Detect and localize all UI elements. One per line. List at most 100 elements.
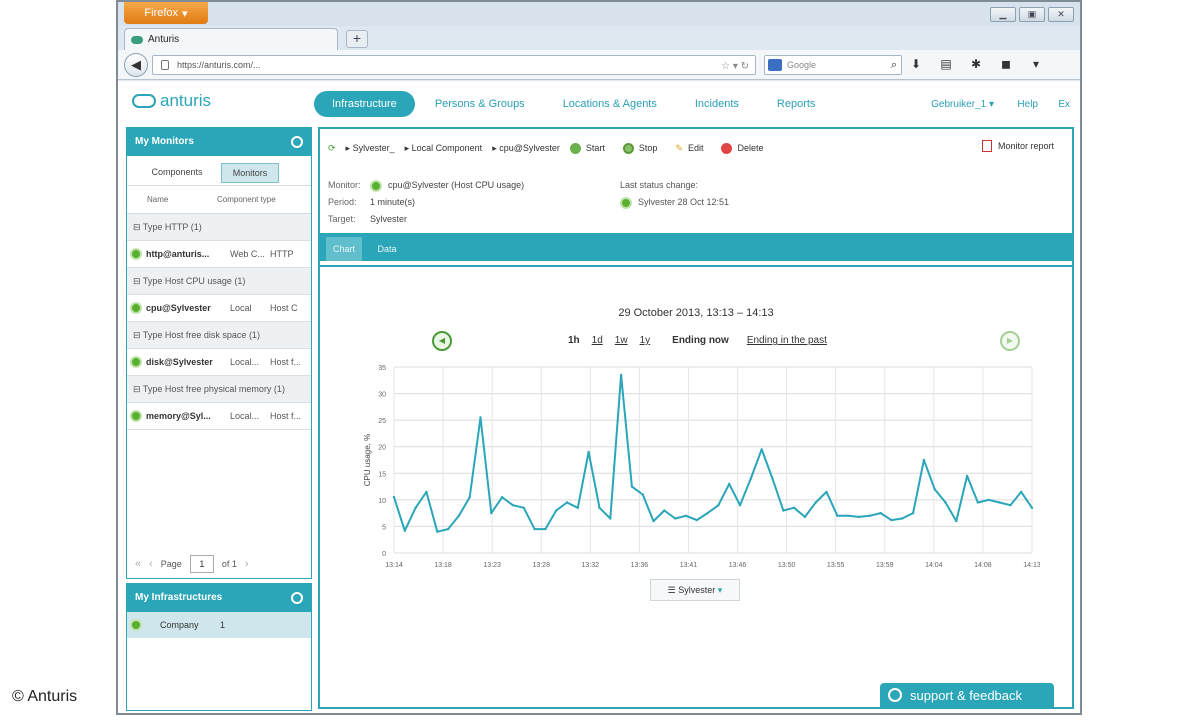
minimize-icon[interactable]: ▁	[990, 7, 1016, 22]
add-icon[interactable]	[291, 592, 303, 604]
new-tab-button[interactable]: +	[346, 30, 368, 48]
stop-icon	[622, 142, 634, 154]
group-row[interactable]: ⊟ Type Host free physical memory (1)	[127, 376, 311, 403]
back-button[interactable]: ◀	[124, 53, 148, 77]
copyright-watermark: © Anturis	[12, 688, 78, 705]
firefox-label: Firefox	[144, 7, 179, 19]
range-1d[interactable]: 1d	[592, 335, 603, 346]
start-button[interactable]: Start	[569, 142, 605, 154]
infrastructure-row[interactable]: Company 1	[127, 612, 311, 638]
range-ending-now[interactable]: Ending now	[672, 335, 729, 346]
search-input[interactable]: Google ⌕	[764, 55, 902, 75]
data-point	[555, 509, 558, 512]
maximize-icon[interactable]: ▣	[1019, 7, 1045, 22]
last-status-change: Last status change: Sylvester 28 Oct 12:…	[620, 177, 729, 211]
breadcrumb-item[interactable]: ▸ Local Component	[405, 143, 483, 154]
detail-target: Target: Sylvester	[328, 211, 524, 228]
nav-reports[interactable]: Reports	[777, 98, 816, 110]
first-page-icon[interactable]: «	[135, 558, 141, 570]
breadcrumb-item[interactable]: ▸ Sylvester_	[346, 143, 395, 154]
detail-value: cpu@Sylvester (Host CPU usage)	[388, 180, 525, 190]
group-label: Type Host free disk space (1)	[142, 330, 260, 340]
monitor-component: Local...	[230, 411, 260, 421]
monitor-report-link[interactable]: Monitor report	[981, 140, 1054, 152]
page-count: of 1	[221, 559, 237, 569]
group-label: Type Host CPU usage (1)	[142, 276, 246, 286]
y-tick-label: 0	[382, 551, 386, 558]
tab-monitors[interactable]: Monitors	[221, 163, 279, 183]
data-point	[738, 504, 742, 507]
pager: « ‹ Page 1 of 1 ›	[127, 550, 311, 578]
content-tabs: Chart Data	[320, 233, 1072, 261]
tab-data[interactable]: Data	[366, 237, 408, 261]
search-icon[interactable]: ⌕	[891, 56, 897, 74]
next-page-icon[interactable]: ›	[245, 558, 249, 570]
delete-button[interactable]: Delete	[721, 142, 764, 154]
data-point	[1009, 504, 1012, 507]
data-point	[760, 448, 763, 451]
next-period-icon[interactable]: ▶	[1000, 331, 1020, 351]
addon-icon[interactable]: ✱	[968, 56, 984, 72]
nav-incidents[interactable]: Incidents	[695, 98, 739, 110]
tab-title: Anturis	[148, 34, 180, 45]
group-row[interactable]: ⊟ Type HTTP (1)	[127, 214, 311, 241]
prev-page-icon[interactable]: ‹	[149, 558, 153, 570]
detail-label: Period:	[328, 197, 357, 207]
nav-persons-groups[interactable]: Persons & Groups	[435, 98, 525, 110]
legend-dropdown[interactable]: ☰ Sylvester ▾	[650, 579, 740, 601]
x-tick-label: 13:18	[434, 562, 452, 569]
url-bar[interactable]: https://anturis.com/... ☆ ▾ ↻	[152, 55, 756, 75]
nav-locations-agents[interactable]: Locations & Agents	[563, 98, 657, 110]
group-row[interactable]: ⊟ Type Host free disk space (1)	[127, 322, 311, 349]
search-engine-icon[interactable]	[768, 59, 782, 71]
crumb-label: cpu@Sylvester	[499, 142, 560, 153]
left-column: My Monitors Components Monitors Name Com…	[126, 127, 312, 711]
extension-icon[interactable]: ◼	[998, 56, 1014, 72]
infrastructure-name: Company	[160, 620, 199, 630]
status-ok-icon	[130, 302, 142, 314]
range-ending-past[interactable]: Ending in the past	[747, 335, 827, 346]
close-icon[interactable]: ✕	[1048, 7, 1074, 22]
monitor-row[interactable]: http@anturis... Web C... HTTP	[127, 241, 311, 268]
monitor-component: Web C...	[230, 249, 265, 259]
prev-period-icon[interactable]: ◀	[432, 331, 452, 351]
data-point	[565, 501, 569, 504]
breadcrumb-item[interactable]: ▸ cpu@Sylvester	[492, 143, 560, 154]
x-tick-label: 13:32	[582, 562, 600, 569]
column-header-name[interactable]: Name	[127, 195, 217, 204]
range-1y[interactable]: 1y	[640, 335, 651, 346]
search-placeholder: Google	[787, 60, 817, 70]
tab-chart[interactable]: Chart	[326, 237, 362, 261]
stop-button[interactable]: Stop	[622, 142, 657, 154]
monitor-type: Host f...	[270, 411, 302, 421]
page-number-input[interactable]: 1	[189, 555, 214, 573]
logo[interactable]: anturis	[132, 91, 211, 111]
monitor-row[interactable]: disk@Sylvester Local... Host f...	[127, 349, 311, 376]
status-ok-icon	[130, 619, 142, 631]
edit-button[interactable]: ✎ Edit	[675, 143, 703, 154]
star-icon[interactable]: ☆ ▾ ↻	[721, 58, 749, 74]
monitor-row[interactable]: cpu@Sylvester Local Host C	[127, 295, 311, 322]
range-1w[interactable]: 1w	[615, 335, 628, 346]
logout-link[interactable]: Ex	[1058, 99, 1070, 110]
panel-title: My Infrastructures	[135, 592, 223, 603]
download-icon[interactable]: ⬇	[908, 56, 924, 72]
monitor-type: HTTP	[270, 249, 294, 259]
group-row[interactable]: ⊟ Type Host CPU usage (1)	[127, 268, 311, 295]
window-controls: ▁ ▣ ✕	[990, 7, 1074, 22]
tab-components[interactable]: Components	[137, 163, 217, 183]
user-menu[interactable]: Gebruiker_1 ▾	[931, 99, 994, 110]
data-point	[533, 527, 536, 531]
help-link[interactable]: Help	[1017, 99, 1038, 110]
nav-infrastructure[interactable]: Infrastructure	[314, 91, 415, 117]
browser-tab[interactable]: Anturis	[124, 28, 338, 50]
firefox-menu-button[interactable]: Firefox ▾	[124, 2, 208, 24]
column-header-type[interactable]: Component type	[217, 195, 307, 204]
monitor-row[interactable]: memory@Syl... Local... Host f...	[127, 403, 311, 430]
bookmarks-icon[interactable]: ▤	[938, 56, 954, 72]
add-icon[interactable]	[291, 136, 303, 148]
menu-icon[interactable]: ▾	[1028, 56, 1044, 72]
data-point	[641, 493, 644, 496]
support-feedback-button[interactable]: support & feedback	[880, 683, 1054, 707]
range-1h[interactable]: 1h	[568, 335, 580, 346]
